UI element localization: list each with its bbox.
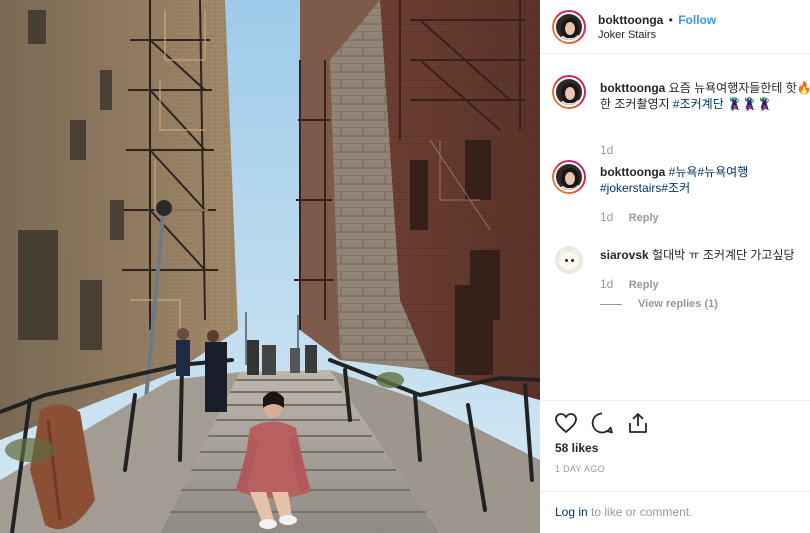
location-link[interactable]: Joker Stairs — [598, 29, 656, 41]
likes-count[interactable]: 58 likes — [555, 441, 598, 455]
hashtag-link[interactable]: #뉴욕#뉴욕여행 — [669, 165, 749, 179]
comment-icon[interactable] — [590, 411, 614, 435]
login-prompt: Log in to like or comment. — [555, 505, 692, 519]
comment-meta: 1d Reply — [600, 277, 659, 291]
hashtag-comment: bokttoonga #뉴욕#뉴욕여행 #jokerstairs#조커 — [600, 164, 810, 196]
comment-time[interactable]: 1d — [600, 210, 613, 224]
reply-button[interactable]: Reply — [629, 279, 659, 291]
follow-button[interactable]: Follow — [678, 13, 716, 27]
hashtag-link[interactable]: #jokerstairs#조커 — [600, 181, 690, 195]
post-header: bokttoonga • Follow Joker Stairs — [540, 0, 810, 54]
user-comment: siarovsk 헐대박 ㅠ 조커계단 가고싶당 — [600, 247, 810, 263]
hashtag-link[interactable]: #조커계단 — [673, 97, 724, 111]
comment-meta: 1d Reply — [600, 210, 659, 224]
post-photo[interactable] — [0, 0, 540, 533]
author-avatar[interactable] — [552, 10, 586, 44]
comment-text: 헐대박 ㅠ 조커계단 가고싶당 — [652, 248, 795, 262]
comments-list: bokttoonga 요즘 뉴욕여행자들한테 핫🔥한 조커촬영지 #조커계단 🦹… — [540, 54, 810, 400]
view-replies-label: View replies (1) — [638, 298, 718, 310]
view-replies-button[interactable]: View replies (1) — [600, 298, 718, 310]
author-username[interactable]: bokttoonga — [598, 13, 663, 27]
reply-button[interactable]: Reply — [629, 212, 659, 224]
comment-emoji: 🦹🦹🦹 — [727, 97, 772, 111]
comment-username[interactable]: siarovsk — [600, 248, 649, 262]
login-suffix: to like or comment. — [591, 505, 693, 519]
comment-time[interactable]: 1d — [600, 143, 613, 157]
comment-meta: 1d — [600, 143, 613, 157]
heart-icon[interactable] — [554, 411, 578, 435]
view-replies-dash — [600, 303, 622, 305]
comment-avatar[interactable] — [552, 160, 586, 194]
comment-time[interactable]: 1d — [600, 277, 613, 291]
post-sidebar: bokttoonga • Follow Joker Stairs bokttoo… — [540, 0, 810, 533]
share-icon[interactable] — [626, 411, 650, 435]
login-link[interactable]: Log in — [555, 505, 588, 519]
caption-comment: bokttoonga 요즘 뉴욕여행자들한테 핫🔥한 조커촬영지 #조커계단 🦹… — [600, 80, 810, 112]
follow-separator: • — [668, 13, 673, 27]
comment-username[interactable]: bokttoonga — [600, 165, 665, 179]
header-line: bokttoonga • Follow — [598, 13, 716, 27]
post-actions: 58 likes 1 DAY AGO Log in to like or com… — [540, 400, 810, 533]
comment-username[interactable]: bokttoonga — [600, 81, 665, 95]
login-bar: Log in to like or comment. — [540, 491, 810, 533]
comment-avatar[interactable] — [552, 75, 586, 109]
post-timestamp[interactable]: 1 DAY AGO — [555, 464, 605, 474]
joker-stairs-photo — [0, 0, 540, 533]
commenter-avatar[interactable] — [555, 246, 583, 274]
